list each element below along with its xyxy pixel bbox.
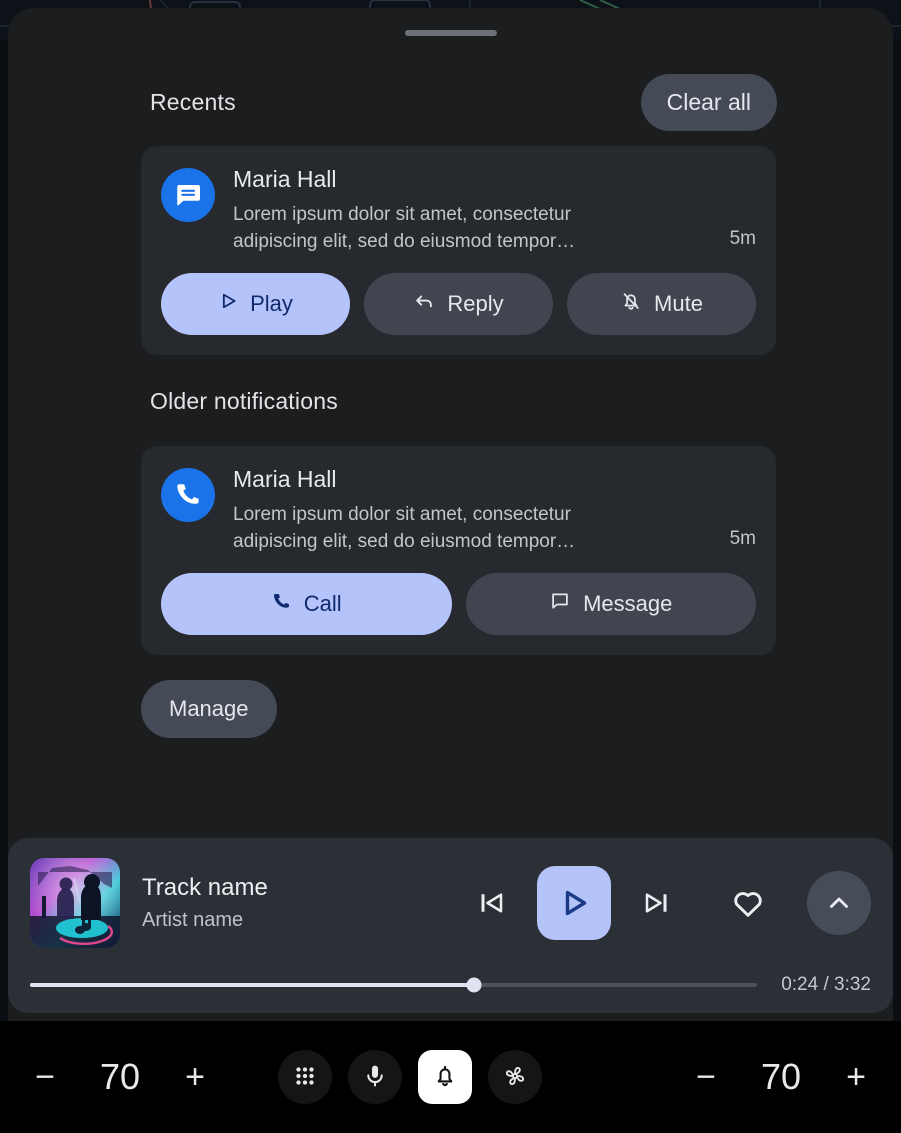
notification-header: Maria Hall Lorem ipsum dolor sit amet, c… bbox=[161, 164, 756, 255]
clear-all-button[interactable]: Clear all bbox=[640, 74, 777, 131]
phone-icon bbox=[161, 468, 215, 522]
mute-action-label: Mute bbox=[654, 291, 703, 316]
mute-action-button[interactable]: Mute bbox=[567, 273, 756, 335]
reply-action-label: Reply bbox=[447, 291, 504, 316]
track-info: Track name Artist name bbox=[142, 872, 268, 934]
notification-timestamp: 5m bbox=[729, 528, 756, 549]
volume-down-button-right[interactable]: − bbox=[689, 1060, 723, 1094]
message-action-button[interactable]: Message bbox=[465, 573, 756, 635]
section-title-recents: Recents bbox=[150, 89, 236, 115]
recents-header: Recents Clear all bbox=[150, 74, 777, 131]
volume-control-left: − 70 + bbox=[28, 1056, 212, 1098]
media-progress-row: 0:24 / 3:32 bbox=[30, 974, 871, 996]
notification-card[interactable]: Maria Hall Lorem ipsum dolor sit amet, c… bbox=[141, 146, 776, 355]
notification-header: Maria Hall Lorem ipsum dolor sit amet, c… bbox=[161, 464, 756, 555]
notification-text-block: Maria Hall Lorem ipsum dolor sit amet, c… bbox=[233, 164, 756, 255]
center-nav-group bbox=[278, 1050, 542, 1104]
reply-action-button[interactable]: Reply bbox=[364, 273, 553, 335]
message-icon bbox=[549, 590, 571, 618]
play-action-button[interactable]: Play bbox=[161, 273, 350, 335]
older-notifications-header: Older notifications bbox=[150, 388, 338, 415]
call-action-label: Call bbox=[303, 591, 342, 616]
manage-button[interactable]: Manage bbox=[141, 680, 277, 738]
media-progress-thumb[interactable] bbox=[466, 977, 482, 993]
notification-text-block: Maria Hall Lorem ipsum dolor sit amet, c… bbox=[233, 464, 756, 555]
notifications-button[interactable] bbox=[418, 1050, 472, 1104]
track-name: Track name bbox=[142, 874, 268, 901]
notifications-bell-icon bbox=[432, 1063, 458, 1092]
notification-sender: Maria Hall bbox=[233, 466, 337, 492]
bottom-system-bar: − 70 + − 70 + bbox=[0, 1021, 901, 1133]
media-player-card: Track name Artist name 0:24 / 3:32 bbox=[8, 838, 893, 1013]
call-action-button[interactable]: Call bbox=[161, 573, 452, 635]
play-icon bbox=[218, 291, 238, 317]
messages-icon bbox=[161, 168, 215, 222]
climate-button[interactable] bbox=[488, 1050, 542, 1104]
volume-value-left: 70 bbox=[99, 1056, 141, 1097]
notification-card[interactable]: Maria Hall Lorem ipsum dolor sit amet, c… bbox=[141, 446, 776, 655]
phone-icon bbox=[271, 591, 292, 618]
microphone-button[interactable] bbox=[348, 1050, 402, 1104]
artist-name: Artist name bbox=[142, 909, 244, 931]
skip-next-icon[interactable] bbox=[625, 871, 689, 935]
apps-grid-icon bbox=[292, 1063, 318, 1092]
notification-timestamp: 5m bbox=[729, 228, 756, 249]
volume-up-button-right[interactable]: + bbox=[839, 1060, 873, 1094]
heart-icon[interactable] bbox=[711, 866, 785, 940]
volume-down-button-left[interactable]: − bbox=[28, 1060, 62, 1094]
media-progress-fill bbox=[30, 983, 474, 987]
reply-icon bbox=[413, 290, 435, 318]
message-action-label: Message bbox=[583, 591, 673, 616]
skip-previous-icon[interactable] bbox=[459, 871, 523, 935]
drag-handle[interactable] bbox=[404, 30, 497, 36]
chevron-up-icon[interactable] bbox=[807, 871, 871, 935]
notification-message: Lorem ipsum dolor sit amet, consectetur … bbox=[233, 504, 576, 552]
media-player-top-row: Track name Artist name bbox=[30, 858, 871, 948]
bell-off-icon bbox=[620, 290, 642, 318]
concert-album-art[interactable] bbox=[30, 858, 120, 948]
notification-actions: Call Message bbox=[161, 573, 756, 635]
notification-message: Lorem ipsum dolor sit amet, consectetur … bbox=[233, 204, 576, 252]
notification-sender: Maria Hall bbox=[233, 166, 337, 192]
apps-grid-button[interactable] bbox=[278, 1050, 332, 1104]
media-time-display: 0:24 / 3:32 bbox=[781, 974, 871, 995]
media-transport-controls bbox=[459, 866, 871, 940]
volume-control-right: − 70 + bbox=[689, 1056, 873, 1098]
volume-up-button-left[interactable]: + bbox=[178, 1060, 212, 1094]
play-action-label: Play bbox=[250, 291, 293, 316]
section-title-older: Older notifications bbox=[150, 388, 338, 414]
microphone-icon bbox=[362, 1063, 388, 1092]
notification-actions: Play Reply Mute bbox=[161, 273, 756, 335]
media-progress-slider[interactable] bbox=[30, 977, 758, 993]
play-button[interactable] bbox=[537, 866, 611, 940]
volume-value-right: 70 bbox=[760, 1056, 802, 1097]
fan-climate-icon bbox=[502, 1063, 528, 1092]
